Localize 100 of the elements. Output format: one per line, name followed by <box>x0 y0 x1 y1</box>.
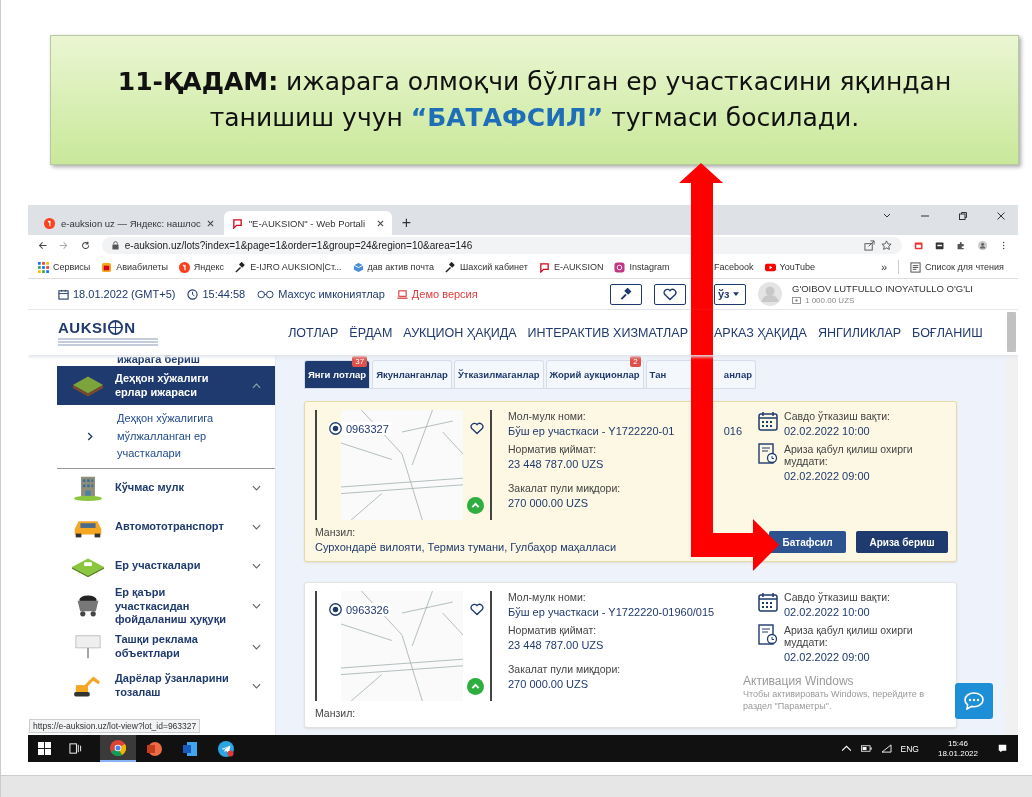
date-text: 18.01.2022 (GMT+5) <box>58 288 176 300</box>
sidebar-item[interactable]: Ер участкалари <box>57 546 275 586</box>
bookmark-link[interactable]: Авиабилеты <box>101 261 168 273</box>
reload-icon[interactable] <box>80 240 90 251</box>
input-language[interactable]: ENG <box>900 743 919 754</box>
close-icon[interactable] <box>996 211 1006 221</box>
nav-link[interactable]: ЁРДАМ <box>349 325 393 340</box>
extension-icon[interactable] <box>935 240 945 251</box>
profile-icon[interactable] <box>977 240 987 251</box>
cube-icon <box>352 261 364 273</box>
gavel-icon <box>445 261 457 273</box>
accessibility-link[interactable]: Махсус имкониятлар <box>257 288 385 300</box>
nav-link[interactable]: ИНТЕРАКТИВ ХИЗМАТЛАР <box>527 325 688 340</box>
bookmark-link[interactable]: Instagram <box>614 261 670 273</box>
heart-icon[interactable] <box>470 422 484 435</box>
more-bookmarks-button[interactable]: » <box>880 261 888 273</box>
bookmark-link[interactable]: Сервисы <box>38 261 91 273</box>
sidebar-subitem[interactable]: Деҳқон хўжалигига мўлжалланган ер участкалари <box>57 405 275 468</box>
apply-button[interactable]: Ариза бериш <box>856 531 948 553</box>
building-icon <box>71 475 105 502</box>
logo-text[interactable]: N <box>124 319 136 336</box>
browser-tab[interactable]: e-auksion uz — Яндекс: нашлос <box>36 211 222 235</box>
nav-link[interactable]: АУКЦИОН ҲАҚИДА <box>403 325 517 340</box>
demo-link[interactable]: Демо версия <box>396 288 478 300</box>
lot-number: 0963327 <box>329 422 391 435</box>
back-icon[interactable] <box>38 240 48 251</box>
bookmark-link[interactable]: E-IJRO AUKSION|Ст... <box>235 261 342 273</box>
details-button[interactable]: Батафсил <box>769 531 846 553</box>
calendar-icon <box>758 410 778 432</box>
taskbar-clock[interactable]: 15:46 18.01.2022 <box>937 738 978 759</box>
logo-text[interactable]: AUKSI <box>58 319 108 336</box>
field-label: Ариза қабул қилиш охирги муддати: <box>784 624 914 648</box>
nav-link[interactable]: ЯНГИЛИКЛАР <box>817 325 902 340</box>
expand-up-icon[interactable] <box>467 678 484 695</box>
bookmark-link[interactable]: Facebook <box>714 262 754 272</box>
seal-icon <box>329 422 342 435</box>
favorites-button[interactable] <box>654 283 686 305</box>
powerpoint-logo-icon <box>146 740 162 757</box>
restore-icon[interactable] <box>958 211 968 221</box>
language-dropdown[interactable]: ўз <box>714 283 746 305</box>
star-icon[interactable] <box>880 240 892 251</box>
speech-logo-icon <box>231 217 243 229</box>
puzzle-icon[interactable] <box>956 240 966 251</box>
youtube-logo-icon <box>764 261 776 273</box>
scrollbar-track[interactable] <box>1005 355 1018 735</box>
instruction-text: 11-ҚАДАМ: ижарага олмоқчи бўлган ер участкасини яқиндан танишиш учун “БАТАФСИЛ” тугмаси босилади. <box>116 65 953 134</box>
balance-text: 1 000.00 UZS <box>792 296 973 305</box>
nav-link[interactable]: ЛОТЛАР <box>288 325 339 340</box>
sidebar-item[interactable]: Ташқи реклама объектлари <box>57 627 275 667</box>
nav-link[interactable]: АРКАЗ ҲАҚИДА <box>714 325 807 340</box>
battery-icon[interactable] <box>860 744 872 753</box>
heart-icon <box>663 287 677 301</box>
chevron-up-icon[interactable] <box>840 744 852 753</box>
new-tab-button[interactable]: + <box>401 214 412 232</box>
bookmark-link[interactable]: Шахсий кабинет <box>445 261 528 273</box>
reading-list-link[interactable]: Список для чтения <box>910 261 1004 273</box>
lot-number: 0963326 <box>329 603 391 616</box>
nav-link[interactable]: БОҒЛАНИШ <box>912 325 983 340</box>
address-field[interactable]: e-auksion.uz/lots?index=1&page=1&order=1&group=24&region=10&area=146 <box>101 237 902 254</box>
chat-button[interactable] <box>955 683 993 719</box>
auction-button[interactable] <box>610 283 642 305</box>
sidebar-item[interactable]: Кўчмас мулк <box>57 468 275 508</box>
notification-icon[interactable] <box>997 744 1008 753</box>
lot-tab[interactable]: Якунланганлар <box>372 360 452 388</box>
close-icon[interactable] <box>206 219 214 227</box>
taskbar-app[interactable] <box>100 735 136 762</box>
deadline-date: 02.02.2022 09:00 <box>784 651 871 663</box>
sidebar-item[interactable]: Ер қаъри участкасидан фойдаланиш ҳуқуқи <box>57 585 275 628</box>
close-icon[interactable] <box>376 219 384 227</box>
chevron-down-icon <box>252 682 261 689</box>
heart-icon[interactable] <box>470 603 484 616</box>
apps-grid-icon <box>38 261 49 273</box>
bookmark-link[interactable]: E-AUKSION <box>538 261 604 273</box>
field-label: Норматив қиймат: <box>508 624 598 636</box>
sidebar-item[interactable]: Деҳқон хўжалиги ерлар ижараси <box>57 366 275 405</box>
task-view-icon[interactable] <box>69 742 82 755</box>
chevron-right-icon <box>87 431 93 441</box>
sidebar-item[interactable]: ижарага бериш <box>57 355 275 366</box>
lot-tab[interactable]: Ўтказилмаганлар <box>453 360 544 388</box>
bookmark-link[interactable]: YouTube <box>764 261 815 273</box>
gavel-icon <box>235 261 247 273</box>
sidebar-item[interactable]: Дарёлар ўзанларини тозалаш <box>57 666 275 706</box>
property-name: Бўш ер участкаси - Y1722220-01 <box>508 425 675 437</box>
yandex-logo-icon <box>44 217 55 229</box>
gavel-icon <box>619 287 633 301</box>
browser-tab[interactable]: "E-AUKSION" - Web Portali <box>223 211 392 235</box>
calendar-icon <box>758 591 778 613</box>
address-value: Сурхондарё вилояти, Термиз тумани, Гулбаҳор маҳалласи <box>315 541 617 553</box>
share-icon[interactable] <box>863 240 875 251</box>
bookmark-link[interactable]: Яндекс <box>178 261 225 273</box>
scrollbar-thumb[interactable] <box>1007 312 1016 352</box>
sidebar-item[interactable]: Автомототранспорт <box>57 507 275 547</box>
field-label: Закалат пули миқдори: <box>508 663 622 675</box>
windows-start-icon[interactable] <box>38 742 51 755</box>
field-label: Мол-мулк номи: <box>508 591 587 603</box>
wifi-icon[interactable] <box>880 744 892 753</box>
expand-up-icon[interactable] <box>467 497 484 514</box>
speech-logo-icon <box>538 261 550 273</box>
bookmark-link[interactable]: дав актив почта <box>352 261 435 273</box>
word-logo-icon <box>182 740 198 757</box>
